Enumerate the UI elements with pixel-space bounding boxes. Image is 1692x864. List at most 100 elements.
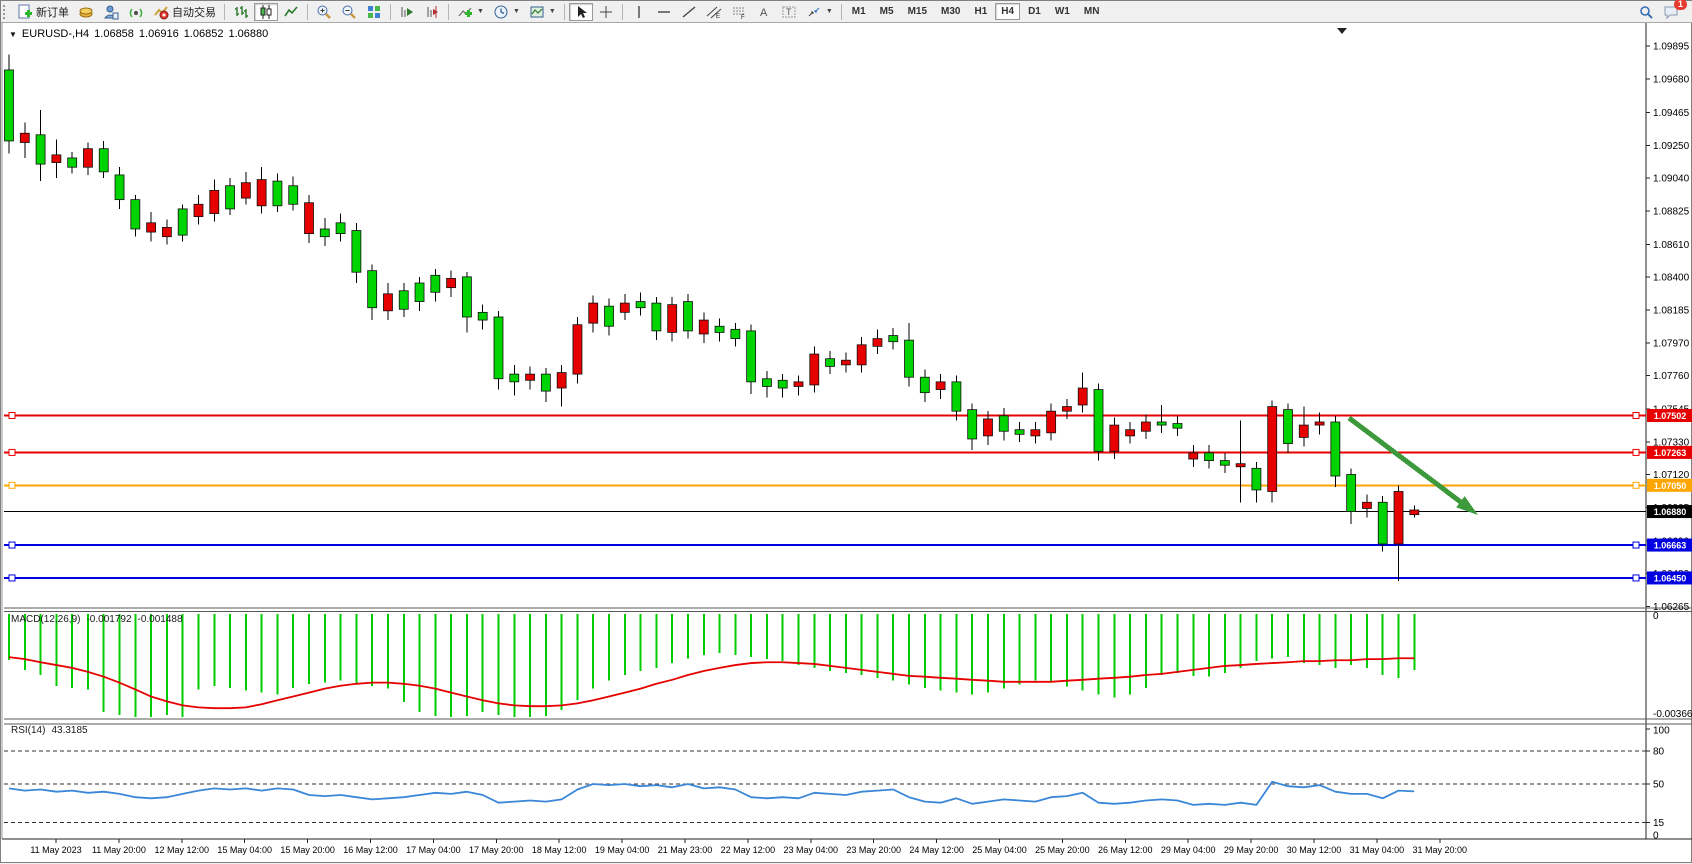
autotrading-button[interactable]: 自动交易: [149, 3, 220, 21]
timeframe-m30[interactable]: M30: [935, 3, 966, 20]
bar-chart-button[interactable]: [229, 3, 253, 21]
line-handle[interactable]: [1633, 575, 1639, 581]
candle: [1347, 474, 1356, 511]
time-axis-label: 25 May 04:00: [972, 845, 1027, 855]
candle: [68, 158, 77, 167]
candle: [147, 223, 156, 232]
timeframe-mn[interactable]: MN: [1078, 3, 1106, 20]
macd-signal-value: -0.001488: [138, 614, 183, 625]
zoom-out-icon: [341, 4, 357, 20]
candle: [131, 200, 140, 229]
equidistant-channel-button[interactable]: E: [702, 3, 726, 21]
crosshair-icon: [598, 4, 614, 20]
candle: [857, 345, 866, 365]
timeframe-m1[interactable]: M1: [846, 3, 872, 20]
zoom-in-button[interactable]: [312, 3, 336, 21]
chart-shift-button[interactable]: [420, 3, 444, 21]
indicators-button[interactable]: ▼: [453, 3, 488, 21]
line-handle[interactable]: [9, 542, 15, 548]
fibonacci-button[interactable]: F: [727, 3, 751, 21]
candle: [1315, 422, 1324, 425]
candle: [210, 190, 219, 213]
candle: [557, 373, 566, 388]
candle: [1331, 422, 1340, 476]
candle: [462, 277, 471, 317]
timeframe-h4[interactable]: H4: [995, 3, 1020, 20]
candlestick-button[interactable]: [254, 3, 278, 21]
zoom-out-button[interactable]: [337, 3, 361, 21]
text-label-button[interactable]: T: [777, 3, 801, 21]
chevron-down-icon: ▼: [513, 8, 520, 15]
candle: [20, 133, 29, 142]
candle: [194, 204, 203, 216]
candle: [1141, 422, 1150, 431]
quote-high: 1.06916: [139, 28, 179, 40]
candlestick-icon: [258, 4, 274, 20]
time-axis-label: 17 May 20:00: [469, 845, 524, 855]
line-handle[interactable]: [1633, 542, 1639, 548]
candle: [368, 271, 377, 308]
candle: [273, 181, 282, 206]
svg-text:F: F: [741, 15, 745, 20]
time-axis-label: 23 May 20:00: [846, 845, 901, 855]
svg-text:T: T: [786, 7, 792, 17]
candle: [920, 377, 929, 392]
shapes-button[interactable]: ▼: [802, 3, 837, 21]
symbol-dropdown-icon: ▼: [9, 30, 17, 39]
cursor-button[interactable]: [569, 3, 593, 21]
candle: [1062, 407, 1071, 412]
macd-label: MACD(12,26,9) -0.001792 -0.001488: [11, 614, 183, 625]
candle: [1205, 453, 1214, 461]
signals-button[interactable]: [124, 3, 148, 21]
timeframe-m5[interactable]: M5: [874, 3, 900, 20]
timeframe-m15[interactable]: M15: [902, 3, 933, 20]
horizontal-line-button[interactable]: [652, 3, 676, 21]
time-axis-label: 29 May 20:00: [1224, 845, 1279, 855]
price-tick-label: 1.09680: [1653, 75, 1690, 86]
trendline-button[interactable]: [677, 3, 701, 21]
candle: [99, 149, 108, 172]
templates-icon: [529, 4, 545, 20]
candle: [526, 374, 535, 380]
deposit-button[interactable]: [74, 3, 98, 21]
quote-close: 1.06880: [228, 28, 268, 40]
new-order-button[interactable]: 新订单: [13, 3, 73, 21]
time-axis-label: 24 May 12:00: [909, 845, 964, 855]
rsi-axis-label: 50: [1653, 780, 1665, 791]
templates-button[interactable]: ▼: [525, 3, 560, 21]
line-handle[interactable]: [9, 413, 15, 419]
profile-icon: [103, 4, 119, 20]
auto-scroll-button[interactable]: [395, 3, 419, 21]
candle: [1110, 425, 1119, 451]
rsi-axis-label: 15: [1653, 818, 1665, 829]
profile-button[interactable]: [99, 3, 123, 21]
timeframe-w1[interactable]: W1: [1049, 3, 1076, 20]
line-handle[interactable]: [9, 449, 15, 455]
line-handle[interactable]: [9, 482, 15, 488]
vertical-line-button[interactable]: [627, 3, 651, 21]
line-handle[interactable]: [1633, 449, 1639, 455]
text-tool-button[interactable]: A: [752, 3, 776, 21]
quote-header[interactable]: ▼ EURUSD-,H4 1.06858 1.06916 1.06852 1.0…: [9, 28, 268, 40]
terminal-window: 新订单 自动交易: [0, 0, 1692, 863]
search-button[interactable]: [1634, 3, 1658, 21]
quote-low: 1.06852: [184, 28, 224, 40]
line-chart-button[interactable]: [279, 3, 303, 21]
tile-windows-button[interactable]: [362, 3, 386, 21]
candle: [415, 283, 424, 302]
chart-canvas[interactable]: 1.098951.096801.094651.092501.090401.088…: [1, 1, 1692, 864]
timeframe-h1[interactable]: H1: [968, 3, 993, 20]
candle: [510, 374, 519, 382]
candle: [1236, 464, 1245, 467]
new-order-icon: [17, 4, 33, 20]
timeframe-d1[interactable]: D1: [1022, 3, 1047, 20]
line-handle[interactable]: [1633, 413, 1639, 419]
crosshair-button[interactable]: [594, 3, 618, 21]
line-handle[interactable]: [1633, 482, 1639, 488]
candle: [1378, 502, 1387, 544]
periods-button[interactable]: ▼: [489, 3, 524, 21]
time-axis-label: 29 May 04:00: [1161, 845, 1216, 855]
rsi-axis-label: 100: [1653, 726, 1670, 737]
rsi-axis-label: 0: [1653, 831, 1659, 842]
line-handle[interactable]: [9, 575, 15, 581]
